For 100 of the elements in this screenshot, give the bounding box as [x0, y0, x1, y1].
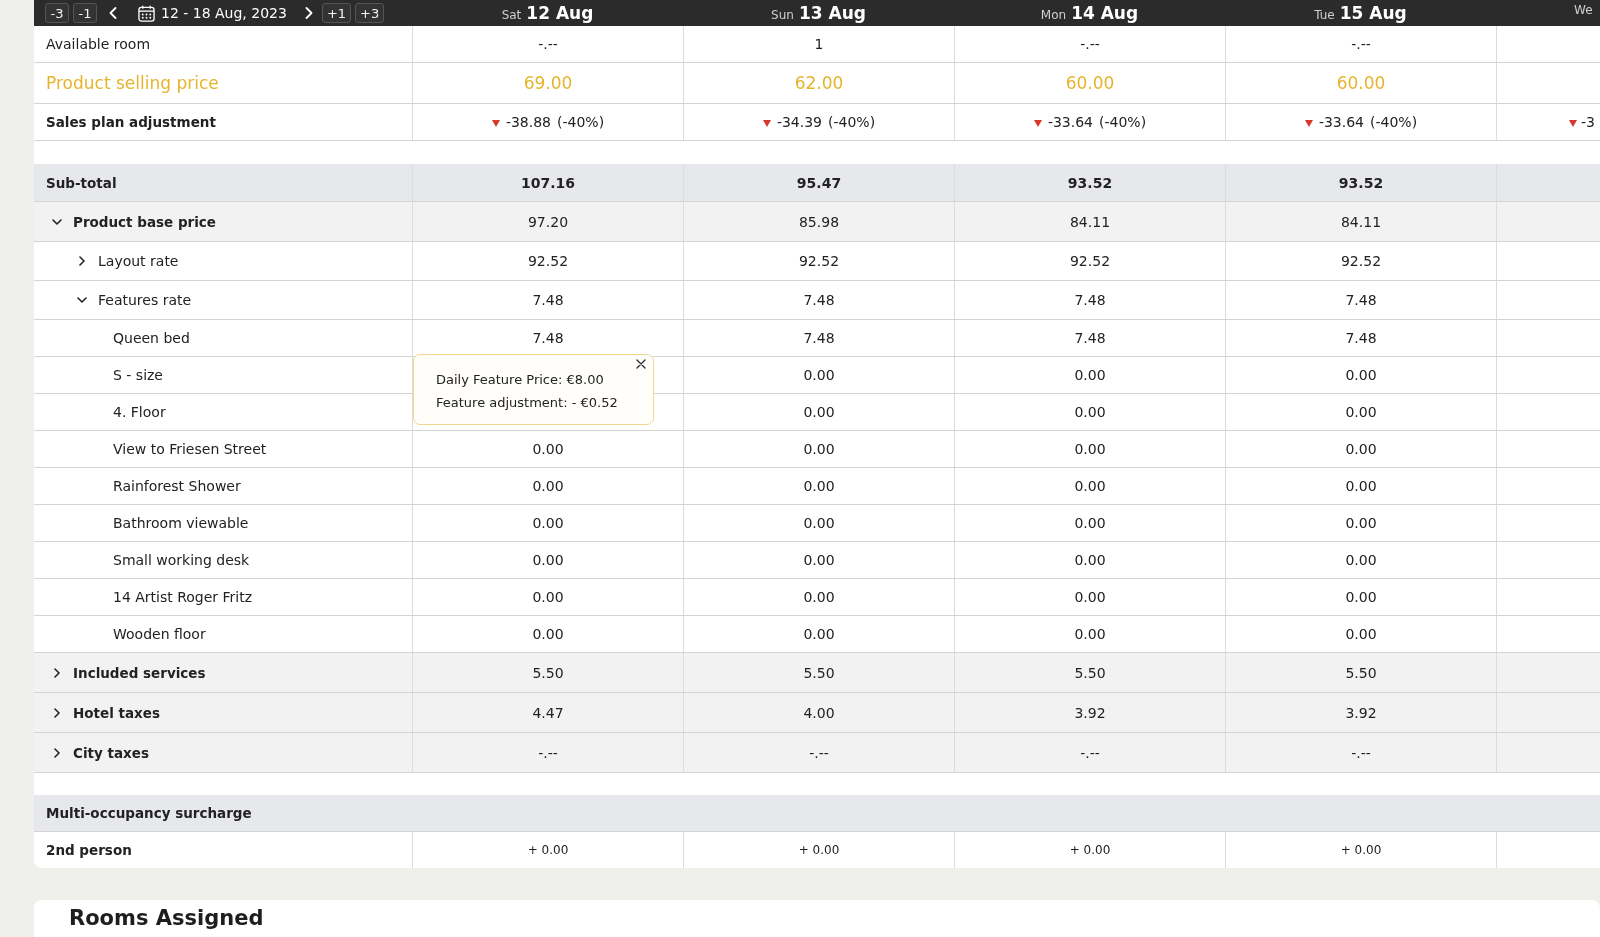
row-label: View to Friesen Street: [113, 441, 267, 457]
down-triangle-icon: [1304, 119, 1313, 127]
amount-value: 7.48: [1074, 330, 1106, 346]
row-label: Product selling price: [46, 73, 219, 93]
amount-value: 0.00: [1345, 441, 1377, 457]
price-value: 60.00: [1065, 73, 1115, 93]
amount-value: -.--: [1080, 744, 1100, 761]
previous-button[interactable]: [109, 7, 117, 19]
amount-value: 92.52: [798, 253, 840, 269]
amount-value: -.--: [1351, 744, 1371, 761]
chevron-right-icon[interactable]: [77, 256, 87, 266]
row-label: Hotel taxes: [73, 704, 160, 721]
amount-value: 92.52: [527, 253, 569, 269]
row-label: 4. Floor: [113, 404, 166, 420]
amount-value: 0.00: [1074, 552, 1106, 568]
amount-value: 0.00: [532, 441, 564, 457]
adjustment-amount: -34.39: [776, 114, 822, 130]
step-back-button[interactable]: -1: [73, 3, 97, 23]
down-triangle-icon: [762, 119, 771, 127]
adjustment-amount: -33.64: [1047, 114, 1093, 130]
next-button[interactable]: [304, 7, 313, 19]
weekday-label: We: [1574, 3, 1593, 17]
amount-value: 92.52: [1340, 253, 1382, 269]
amount-value: 0.00: [532, 478, 564, 494]
row-label: 14 Artist Roger Fritz: [113, 589, 253, 605]
weekday-label: Tue: [1314, 8, 1335, 22]
down-triangle-icon: [1569, 119, 1577, 127]
amount-value: 7.48: [532, 292, 564, 308]
amount-value: 97.20: [527, 213, 569, 230]
chevron-right-icon[interactable]: [52, 747, 62, 758]
down-triangle-icon: [491, 119, 500, 127]
surcharge-value: + 0.00: [798, 843, 840, 857]
amount-value: 5.50: [1074, 664, 1106, 681]
amount-value: 7.48: [1074, 292, 1106, 308]
section-heading: Rooms Assigned: [68, 905, 265, 930]
amount-value: 0.00: [532, 626, 564, 642]
price-value: 69.00: [523, 73, 573, 93]
chevron-down-icon[interactable]: [77, 295, 87, 305]
row-label: Wooden floor: [113, 626, 206, 642]
adjustment-percent: (-40%): [557, 114, 605, 130]
date-label: 13 Aug: [798, 3, 866, 23]
amount-value: 0.00: [1345, 552, 1377, 568]
close-button[interactable]: [636, 359, 646, 369]
row-label: Queen bed: [113, 330, 190, 346]
amount-value: 0.00: [803, 626, 835, 642]
total-value: 107.16: [521, 174, 575, 191]
chevron-right-icon[interactable]: [52, 707, 62, 718]
row-label: Sales plan adjustment: [46, 114, 216, 130]
section-header: Multi-occupancy surcharge: [34, 795, 1600, 832]
amount-value: 0.00: [1345, 404, 1377, 420]
total-value: 93.52: [1067, 174, 1113, 191]
chevron-right-icon: [304, 7, 313, 19]
count-value: -.--: [538, 36, 558, 52]
total-value: 95.47: [796, 174, 842, 191]
date-label: 14 Aug: [1071, 3, 1139, 23]
amount-value: 0.00: [803, 367, 835, 383]
amount-value: 0.00: [803, 552, 835, 568]
amount-value: 0.00: [1345, 367, 1377, 383]
amount-value: 0.00: [1074, 515, 1106, 531]
chevron-right-icon[interactable]: [52, 667, 62, 678]
amount-value: 0.00: [1345, 626, 1377, 642]
amount-value: 0.00: [803, 589, 835, 605]
row-label: Product base price: [73, 213, 217, 230]
count-value: -.--: [1351, 36, 1371, 52]
amount-value: 85.98: [798, 213, 840, 230]
row-label: Rainforest Shower: [113, 478, 241, 494]
amount-value: 0.00: [1345, 478, 1377, 494]
amount-value: 5.50: [803, 664, 835, 681]
surcharge-value: + 0.00: [1340, 843, 1382, 857]
row-label: Layout rate: [98, 253, 179, 269]
amount-value: 5.50: [1345, 664, 1377, 681]
price-value: 62.00: [794, 73, 844, 93]
amount-value: 7.48: [803, 330, 835, 346]
amount-value: 0.00: [803, 404, 835, 420]
date-range-button[interactable]: 12 - 18 Aug, 2023: [138, 4, 287, 22]
amount-value: 3.92: [1345, 704, 1377, 721]
adjustment-percent: (-40%): [1370, 114, 1418, 130]
amount-value: -.--: [809, 744, 829, 761]
step-forward-button[interactable]: +3: [355, 3, 385, 23]
step-back-button[interactable]: -3: [45, 3, 69, 23]
amount-value: -.--: [538, 744, 558, 761]
chevron-down-icon[interactable]: [52, 216, 62, 227]
surcharge-value: + 0.00: [1069, 843, 1111, 857]
row-label: Bathroom viewable: [113, 515, 249, 531]
date-label: 15 Aug: [1339, 3, 1407, 23]
amount-value: 92.52: [1069, 253, 1111, 269]
tooltip-text: Feature adjustment: - €0.52: [436, 394, 619, 412]
amount-value: 84.11: [1340, 213, 1382, 230]
row-label: City taxes: [73, 744, 149, 761]
adjustment-amount: -33.64: [1318, 114, 1364, 130]
date-label: 12 Aug: [526, 3, 594, 23]
row-label: 2nd person: [46, 842, 132, 858]
amount-value: 0.00: [1074, 478, 1106, 494]
amount-value: 0.00: [532, 589, 564, 605]
amount-value: 84.11: [1069, 213, 1111, 230]
step-forward-button[interactable]: +1: [321, 3, 352, 23]
adjustment-amount: -3: [1581, 114, 1595, 130]
amount-value: 0.00: [803, 441, 835, 457]
amount-value: 0.00: [1074, 404, 1106, 420]
amount-value: 3.92: [1074, 704, 1106, 721]
